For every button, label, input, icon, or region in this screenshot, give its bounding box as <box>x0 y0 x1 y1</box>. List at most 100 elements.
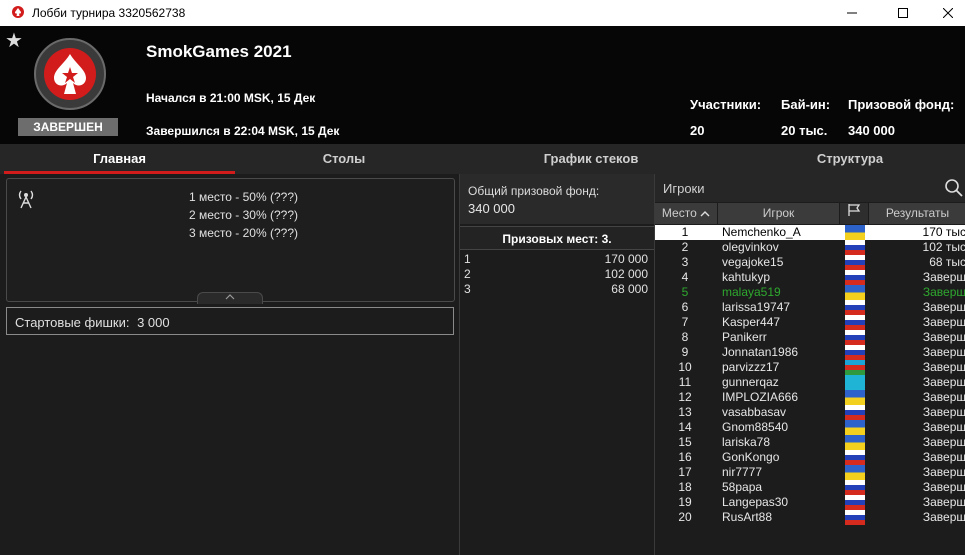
player-row[interactable]: 8 Panikerr Заверш <box>655 330 965 345</box>
tab-structure[interactable]: Структура <box>736 144 964 174</box>
player-place: 8 <box>681 330 689 344</box>
player-result: Заверш <box>922 270 965 284</box>
player-row[interactable]: 16 GonKongo Заверш <box>655 450 965 465</box>
player-result: Заверш <box>922 300 965 314</box>
column-header-country[interactable] <box>840 203 868 224</box>
country-flag-icon <box>845 375 865 390</box>
player-name: vasabbasav <box>722 405 787 419</box>
country-flag-icon <box>845 450 865 465</box>
close-icon <box>943 8 953 18</box>
player-place: 13 <box>678 405 692 419</box>
player-result: Заверш <box>922 405 965 419</box>
tab-main[interactable]: Главная <box>4 144 235 174</box>
player-row[interactable]: 17 nir7777 Заверш <box>655 465 965 480</box>
player-row[interactable]: 14 Gnom88540 Заверш <box>655 420 965 435</box>
player-row[interactable]: 4 kahtukyp Заверш <box>655 270 965 285</box>
player-row[interactable]: 1 Nemchenko_A 170 тыс <box>655 225 965 240</box>
players-empty-area <box>655 525 965 555</box>
main-content: 1 место - 50% (???) 2 место - 30% (???) … <box>0 174 965 555</box>
player-place: 14 <box>678 420 692 434</box>
player-row[interactable]: 5 malaya519 Заверш <box>655 285 965 300</box>
player-row[interactable]: 18 58papa Заверш <box>655 480 965 495</box>
starting-chips-value: 3 000 <box>137 315 170 330</box>
payout-structure-box: 1 место - 50% (???) 2 место - 30% (???) … <box>6 178 455 304</box>
tab-tables[interactable]: Столы <box>235 144 453 174</box>
player-result: Заверш <box>922 450 965 464</box>
tab-bar: Главная Столы График стеков Структура <box>0 144 965 174</box>
country-flag-icon <box>845 420 865 435</box>
player-name: lariska78 <box>722 435 771 449</box>
player-place: 17 <box>678 465 692 479</box>
flag-icon <box>848 204 861 216</box>
player-row[interactable]: 6 larissa19747 Заверш <box>655 300 965 315</box>
player-place: 3 <box>681 255 689 269</box>
country-flag-icon <box>845 330 865 345</box>
player-name: gunnerqaz <box>722 375 779 389</box>
player-name: IMPLOZIA666 <box>722 390 799 404</box>
player-row[interactable]: 2 olegvinkov 102 тыс <box>655 240 965 255</box>
player-place: 1 <box>681 225 689 239</box>
player-row[interactable]: 7 Kasper447 Заверш <box>655 315 965 330</box>
sort-up-icon <box>700 211 710 217</box>
player-result: Заверш <box>922 285 965 299</box>
player-place: 20 <box>678 510 692 524</box>
player-name: Nemchenko_A <box>722 225 801 239</box>
player-row[interactable]: 12 IMPLOZIA666 Заверш <box>655 390 965 405</box>
player-place: 5 <box>681 285 689 299</box>
player-place: 15 <box>678 435 692 449</box>
player-row[interactable]: 11 gunnerqaz Заверш <box>655 375 965 390</box>
prize-place-amount: 68 000 <box>611 282 648 296</box>
total-prize-amount: 340 000 <box>468 201 515 216</box>
payout-line: 2 место - 30% (???) <box>189 208 298 222</box>
player-name: Kasper447 <box>722 315 781 329</box>
player-row[interactable]: 20 RusArt88 Заверш <box>655 510 965 525</box>
player-name: larissa19747 <box>722 300 791 314</box>
prize-place-row: 1 170 000 <box>460 252 654 267</box>
prize-place-amount: 170 000 <box>604 252 648 266</box>
column-header-results[interactable]: Результаты <box>869 203 965 224</box>
player-place: 7 <box>681 315 689 329</box>
app-spade-icon <box>12 6 24 18</box>
player-row[interactable]: 15 lariska78 Заверш <box>655 435 965 450</box>
country-flag-icon <box>845 435 865 450</box>
search-icon[interactable] <box>944 178 964 198</box>
spade-star-icon <box>54 54 86 94</box>
starting-chips-label: Стартовые фишки: <box>15 315 130 330</box>
collapse-toggle[interactable] <box>197 292 263 304</box>
close-button[interactable] <box>925 0 965 26</box>
player-result: 170 тыс <box>922 225 965 239</box>
maximize-button[interactable] <box>880 0 926 26</box>
tab-stack-chart[interactable]: График стеков <box>480 144 702 174</box>
player-row[interactable]: 9 Jonnatan1986 Заверш <box>655 345 965 360</box>
player-row[interactable]: 3 vegajoke15 68 тыс <box>655 255 965 270</box>
player-name: 58papa <box>722 480 763 494</box>
player-name: olegvinkov <box>722 240 779 254</box>
prize-summary: Общий призовой фонд: 340 000 <box>460 174 654 224</box>
column-header-place[interactable]: Место <box>655 203 717 224</box>
payout-line: 1 место - 50% (???) <box>189 190 298 204</box>
player-name: kahtukyp <box>722 270 771 284</box>
minimize-button[interactable] <box>829 0 875 26</box>
player-row[interactable]: 13 vasabbasav Заверш <box>655 405 965 420</box>
payout-line: 3 место - 20% (???) <box>189 226 298 240</box>
player-result: Заверш <box>922 330 965 344</box>
prize-panel: Общий призовой фонд: 340 000 Призовых ме… <box>459 174 654 555</box>
end-time: Завершился в 22:04 MSK, 15 Дек <box>146 124 340 138</box>
player-result: Заверш <box>922 495 965 509</box>
player-result: Заверш <box>922 315 965 329</box>
players-search-bar[interactable]: Игроки <box>655 174 965 202</box>
player-place: 18 <box>678 480 692 494</box>
column-header-player[interactable]: Игрок <box>718 203 839 224</box>
player-row[interactable]: 10 parvizzz17 Заверш <box>655 360 965 375</box>
player-result: Заверш <box>922 480 965 494</box>
player-row[interactable]: 19 Langepas30 Заверш <box>655 495 965 510</box>
player-place: 10 <box>678 360 692 374</box>
participants-label: Участники: <box>690 97 762 112</box>
start-time: Начался в 21:00 MSK, 15 Дек <box>146 91 316 105</box>
title-bar: Лобби турнира 3320562738 <box>0 0 965 26</box>
player-result: Заверш <box>922 375 965 389</box>
antenna-icon <box>18 190 34 209</box>
favorite-star-icon[interactable]: ★ <box>5 28 23 53</box>
country-flag-icon <box>845 315 865 330</box>
country-flag-icon <box>845 255 865 270</box>
